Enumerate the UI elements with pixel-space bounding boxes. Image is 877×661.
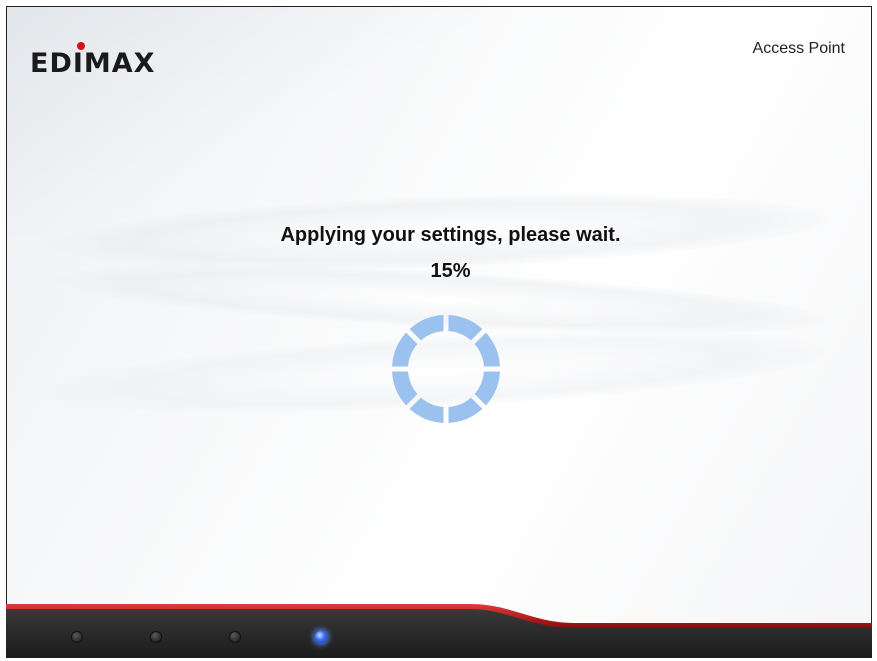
loading-spinner-icon [392, 315, 500, 423]
edimax-logo: EDIMAX [30, 42, 155, 76]
device-mode-label: Access Point [752, 40, 845, 57]
status-message: Applying your settings, please wait. [280, 224, 621, 246]
spinner-segment [474, 371, 500, 406]
spinner-segment [409, 315, 444, 341]
status-led-1 [71, 631, 83, 643]
status-led-3 [229, 631, 241, 643]
logo-text: EDIMAX [30, 48, 155, 76]
spinner-segment [448, 397, 483, 423]
progress-percentage: 15% [430, 260, 471, 282]
spinner-segment [448, 315, 483, 341]
status-led-2 [150, 631, 162, 643]
spinner-segment [474, 332, 500, 367]
status-led-4 [315, 631, 327, 643]
spinner-segment [392, 371, 418, 406]
footer-bar [6, 604, 872, 658]
spinner-segment [392, 332, 418, 367]
spinner-segment [409, 397, 444, 423]
